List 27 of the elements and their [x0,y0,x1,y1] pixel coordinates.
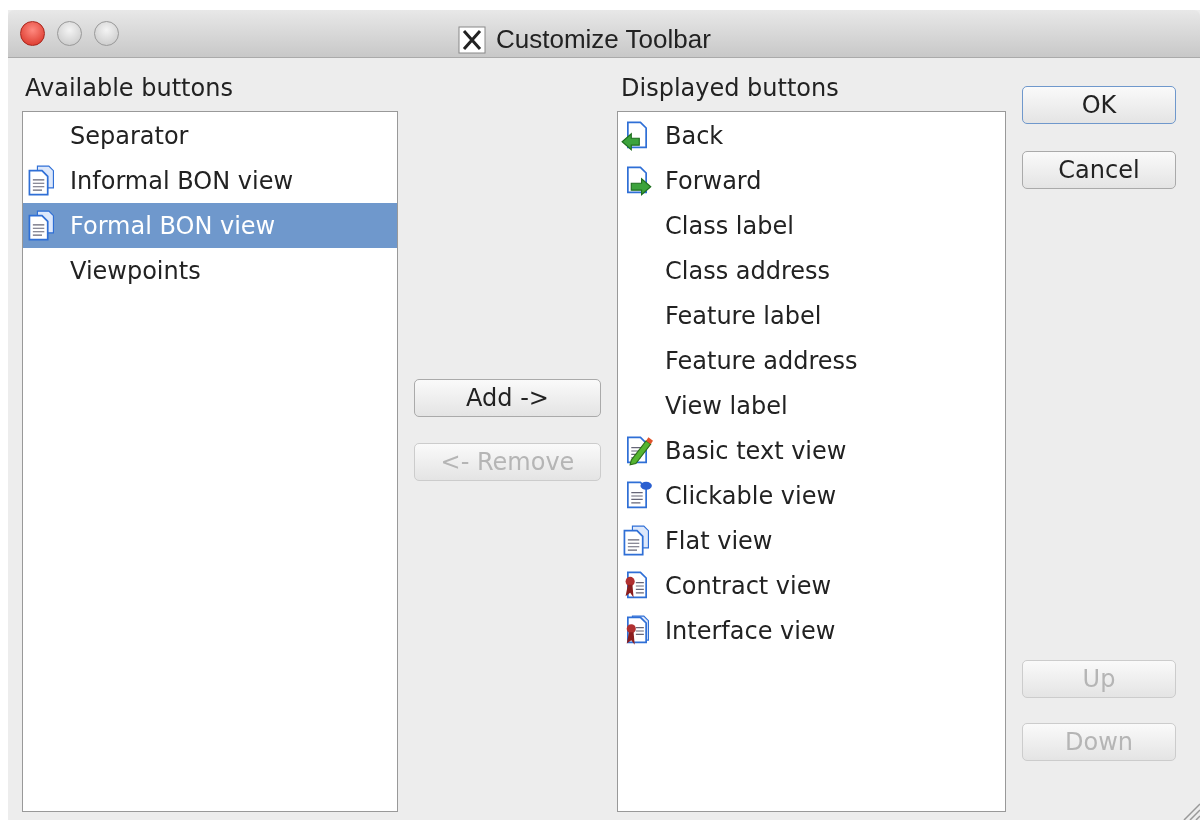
list-item[interactable]: Feature label [618,293,1005,338]
list-item[interactable]: Interface view [618,608,1005,653]
window-title: Customize Toolbar [496,23,711,56]
list-item[interactable]: Class address [618,248,1005,293]
list-item[interactable]: Contract view [618,563,1005,608]
list-item[interactable]: Forward [618,158,1005,203]
list-item[interactable]: Class label [618,203,1005,248]
close-button[interactable] [20,21,45,46]
list-item[interactable]: Back [618,113,1005,158]
available-list[interactable]: Separator Informal BON view Formal BON view Viewpoints [22,111,398,812]
displayed-list[interactable]: Back Forward Class label Class address Feature label Feature address View label Basic text view Clickable view Flat view Contract view Interface view [617,111,1006,812]
button[interactable]: OK [1022,86,1176,124]
list-item[interactable]: Feature address [618,338,1005,383]
x-window-icon [458,25,486,54]
minimize-button[interactable] [57,21,82,46]
list-item[interactable]: Clickable view [618,473,1005,518]
list-label: Displayed buttons [621,73,840,104]
list-item[interactable]: Basic text view [618,428,1005,473]
list-label: Available buttons [25,73,234,104]
button[interactable]: Add -> [414,379,601,417]
button[interactable]: Cancel [1022,151,1176,189]
list-item[interactable]: Separator [23,113,397,158]
list-item[interactable]: Informal BON view [23,158,397,203]
list-item[interactable]: View label [618,383,1005,428]
list-item[interactable]: Flat view [618,518,1005,563]
list-item[interactable]: Viewpoints [23,248,397,293]
zoom-button[interactable] [94,21,119,46]
